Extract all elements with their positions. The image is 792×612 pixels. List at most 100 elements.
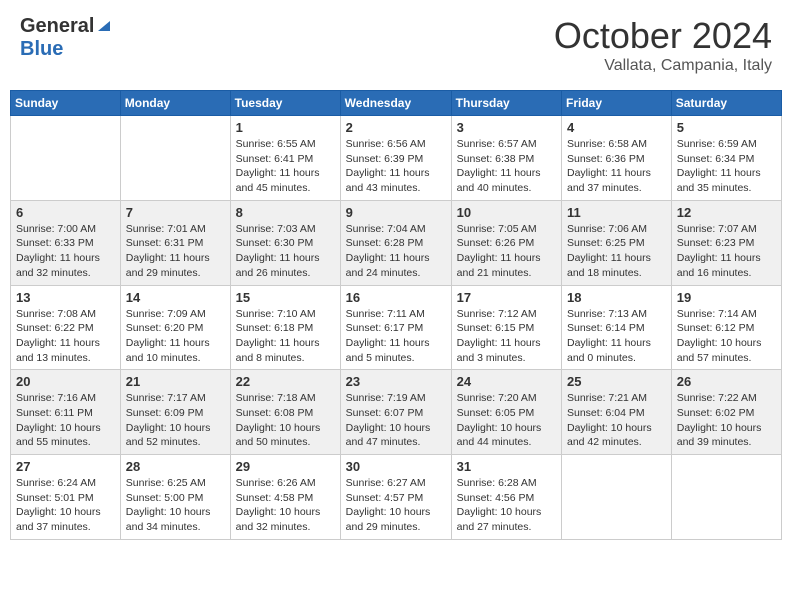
day-number: 29 [236,459,335,474]
day-number: 21 [126,374,225,389]
day-number: 11 [567,205,666,220]
day-number: 27 [16,459,115,474]
calendar-cell-2-3: 8 Sunrise: 7:03 AM Sunset: 6:30 PM Daylig… [230,200,340,285]
day-number: 19 [677,290,776,305]
week-row-1: 1 Sunrise: 6:55 AM Sunset: 6:41 PM Daylig… [11,116,782,201]
calendar-location: Vallata, Campania, Italy [554,57,772,75]
col-tuesday: Tuesday [230,91,340,116]
calendar-cell-5-6 [562,455,672,540]
day-number: 6 [16,205,115,220]
day-info: Sunrise: 7:17 AM Sunset: 6:09 PM Dayligh… [126,391,225,450]
day-info: Sunrise: 7:21 AM Sunset: 6:04 PM Dayligh… [567,391,666,450]
day-info: Sunrise: 7:08 AM Sunset: 6:22 PM Dayligh… [16,307,115,366]
day-info: Sunrise: 7:09 AM Sunset: 6:20 PM Dayligh… [126,307,225,366]
calendar-cell-2-6: 11 Sunrise: 7:06 AM Sunset: 6:25 PM Dayli… [562,200,672,285]
calendar-cell-2-5: 10 Sunrise: 7:05 AM Sunset: 6:26 PM Dayli… [451,200,561,285]
calendar-cell-3-6: 18 Sunrise: 7:13 AM Sunset: 6:14 PM Dayli… [562,285,672,370]
calendar-cell-5-1: 27 Sunrise: 6:24 AM Sunset: 5:01 PM Dayli… [11,455,121,540]
calendar-cell-1-4: 2 Sunrise: 6:56 AM Sunset: 6:39 PM Daylig… [340,116,451,201]
day-info: Sunrise: 6:56 AM Sunset: 6:39 PM Dayligh… [346,137,446,196]
calendar-cell-5-4: 30Sunrise: 6:27 AM Sunset: 4:57 PM Dayli… [340,455,451,540]
day-number: 1 [236,120,335,135]
day-number: 22 [236,374,335,389]
day-number: 7 [126,205,225,220]
calendar-cell-5-3: 29 Sunrise: 6:26 AM Sunset: 4:58 PM Dayli… [230,455,340,540]
col-saturday: Saturday [671,91,781,116]
calendar-cell-1-2 [120,116,230,201]
calendar-cell-5-7 [671,455,781,540]
day-info: Sunrise: 7:16 AM Sunset: 6:11 PM Dayligh… [16,391,115,450]
week-row-3: 13Sunrise: 7:08 AM Sunset: 6:22 PM Dayli… [11,285,782,370]
week-row-5: 27 Sunrise: 6:24 AM Sunset: 5:01 PM Dayli… [11,455,782,540]
day-info: Sunrise: 7:06 AM Sunset: 6:25 PM Dayligh… [567,222,666,281]
day-info: Sunrise: 6:26 AM Sunset: 4:58 PM Dayligh… [236,476,335,535]
day-number: 16 [346,290,446,305]
day-info: Sunrise: 7:03 AM Sunset: 6:30 PM Dayligh… [236,222,335,281]
day-info: Sunrise: 7:13 AM Sunset: 6:14 PM Dayligh… [567,307,666,366]
day-info: Sunrise: 7:14 AM Sunset: 6:12 PM Dayligh… [677,307,776,366]
calendar-cell-3-2: 14 Sunrise: 7:09 AM Sunset: 6:20 PM Dayli… [120,285,230,370]
day-info: Sunrise: 7:18 AM Sunset: 6:08 PM Dayligh… [236,391,335,450]
col-sunday: Sunday [11,91,121,116]
day-number: 5 [677,120,776,135]
day-number: 17 [457,290,556,305]
day-info: Sunrise: 7:04 AM Sunset: 6:28 PM Dayligh… [346,222,446,281]
day-number: 28 [126,459,225,474]
calendar-cell-1-1 [11,116,121,201]
day-info: Sunrise: 6:24 AM Sunset: 5:01 PM Dayligh… [16,476,115,535]
calendar-cell-1-7: 5Sunrise: 6:59 AM Sunset: 6:34 PM Daylig… [671,116,781,201]
day-info: Sunrise: 7:22 AM Sunset: 6:02 PM Dayligh… [677,391,776,450]
logo-general-text: General [20,15,94,38]
col-wednesday: Wednesday [340,91,451,116]
day-number: 20 [16,374,115,389]
day-number: 4 [567,120,666,135]
day-info: Sunrise: 6:27 AM Sunset: 4:57 PM Dayligh… [346,476,446,535]
col-monday: Monday [120,91,230,116]
calendar-cell-2-2: 7 Sunrise: 7:01 AM Sunset: 6:31 PM Daylig… [120,200,230,285]
day-info: Sunrise: 6:57 AM Sunset: 6:38 PM Dayligh… [457,137,556,196]
day-info: Sunrise: 7:05 AM Sunset: 6:26 PM Dayligh… [457,222,556,281]
day-info: Sunrise: 7:12 AM Sunset: 6:15 PM Dayligh… [457,307,556,366]
calendar-cell-3-3: 15Sunrise: 7:10 AM Sunset: 6:18 PM Dayli… [230,285,340,370]
calendar-cell-5-5: 31 Sunrise: 6:28 AM Sunset: 4:56 PM Dayli… [451,455,561,540]
day-info: Sunrise: 7:07 AM Sunset: 6:23 PM Dayligh… [677,222,776,281]
day-info: Sunrise: 7:00 AM Sunset: 6:33 PM Dayligh… [16,222,115,281]
day-number: 12 [677,205,776,220]
col-thursday: Thursday [451,91,561,116]
calendar-cell-2-7: 12 Sunrise: 7:07 AM Sunset: 6:23 PM Dayli… [671,200,781,285]
day-info: Sunrise: 7:19 AM Sunset: 6:07 PM Dayligh… [346,391,446,450]
logo: General Blue [20,15,112,61]
day-number: 8 [236,205,335,220]
logo-blue-text: Blue [20,38,63,60]
calendar-cell-5-2: 28 Sunrise: 6:25 AM Sunset: 5:00 PM Dayli… [120,455,230,540]
calendar-cell-4-5: 24 Sunrise: 7:20 AM Sunset: 6:05 PM Dayli… [451,370,561,455]
day-info: Sunrise: 6:25 AM Sunset: 5:00 PM Dayligh… [126,476,225,535]
calendar-cell-3-1: 13Sunrise: 7:08 AM Sunset: 6:22 PM Dayli… [11,285,121,370]
calendar-cell-4-3: 22 Sunrise: 7:18 AM Sunset: 6:08 PM Dayli… [230,370,340,455]
calendar-cell-2-1: 6 Sunrise: 7:00 AM Sunset: 6:33 PM Daylig… [11,200,121,285]
day-number: 31 [457,459,556,474]
day-number: 10 [457,205,556,220]
week-row-2: 6 Sunrise: 7:00 AM Sunset: 6:33 PM Daylig… [11,200,782,285]
calendar-cell-4-6: 25Sunrise: 7:21 AM Sunset: 6:04 PM Dayli… [562,370,672,455]
week-row-4: 20 Sunrise: 7:16 AM Sunset: 6:11 PM Dayli… [11,370,782,455]
day-info: Sunrise: 7:01 AM Sunset: 6:31 PM Dayligh… [126,222,225,281]
day-info: Sunrise: 7:20 AM Sunset: 6:05 PM Dayligh… [457,391,556,450]
day-number: 14 [126,290,225,305]
day-info: Sunrise: 6:55 AM Sunset: 6:41 PM Dayligh… [236,137,335,196]
day-number: 24 [457,374,556,389]
day-number: 18 [567,290,666,305]
day-info: Sunrise: 6:28 AM Sunset: 4:56 PM Dayligh… [457,476,556,535]
day-info: Sunrise: 7:11 AM Sunset: 6:17 PM Dayligh… [346,307,446,366]
calendar-table: Sunday Monday Tuesday Wednesday Thursday… [10,90,782,540]
day-info: Sunrise: 6:58 AM Sunset: 6:36 PM Dayligh… [567,137,666,196]
calendar-cell-1-3: 1 Sunrise: 6:55 AM Sunset: 6:41 PM Daylig… [230,116,340,201]
calendar-cell-4-4: 23Sunrise: 7:19 AM Sunset: 6:07 PM Dayli… [340,370,451,455]
calendar-cell-4-1: 20 Sunrise: 7:16 AM Sunset: 6:11 PM Dayli… [11,370,121,455]
calendar-title: October 2024 [554,15,772,57]
calendar-cell-3-4: 16 Sunrise: 7:11 AM Sunset: 6:17 PM Dayli… [340,285,451,370]
day-number: 2 [346,120,446,135]
calendar-cell-3-5: 17 Sunrise: 7:12 AM Sunset: 6:15 PM Dayli… [451,285,561,370]
page-header: General Blue October 2024 Vallata, Campa… [10,10,782,80]
day-info: Sunrise: 7:10 AM Sunset: 6:18 PM Dayligh… [236,307,335,366]
